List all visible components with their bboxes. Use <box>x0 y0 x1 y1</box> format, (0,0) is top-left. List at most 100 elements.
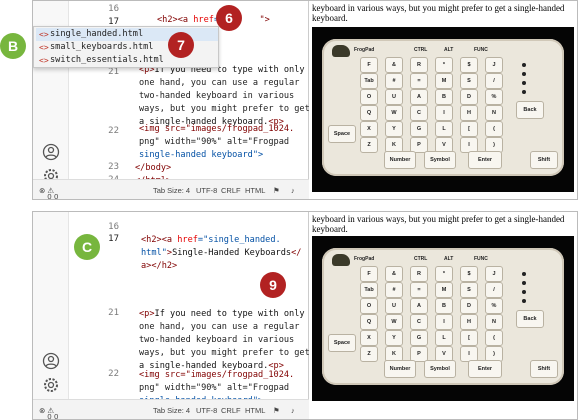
keyboard-key: / <box>485 282 503 298</box>
frogpad-keyboard-photo: FrogPad CTRL ALT FUNC F & R * $ J Tab # = M S / O U A B D% Q W… <box>312 27 574 192</box>
encoding-indicator[interactable]: UTF-8 <box>196 186 217 195</box>
problems-indicator[interactable]: ⊗ 0 ⚠ 0 <box>39 406 58 419</box>
keyboard-key: ( <box>485 121 503 137</box>
preview-paragraph: keyboard in various ways, but you might … <box>312 214 565 234</box>
keyboard-key: Shift <box>530 360 558 378</box>
keyboard-key: D <box>460 298 478 314</box>
file-html-icon: <> <box>39 56 49 65</box>
vscode-window-step-2: 16 17 21 22 <h2><a href="single_handed. … <box>32 211 578 420</box>
code-line-17: <h2><a href="s​"> <box>157 15 270 25</box>
code-line-22-wrap: png" width="90%" alt="Frogpad <box>139 137 290 147</box>
keyboard-key: L <box>435 330 453 346</box>
keyboard-key: S <box>460 73 478 89</box>
keyboard-led <box>522 290 526 294</box>
step-7-callout: 7 <box>168 32 194 58</box>
keyboard-key: = <box>410 282 428 298</box>
feedback-icon[interactable]: ⚑ <box>273 406 280 415</box>
keyboard-key: I <box>435 314 453 330</box>
keyboard-key: # <box>385 282 403 298</box>
code-editor[interactable]: <h2><a href="single_handed. html">Single… <box>133 212 310 406</box>
keyboard-led <box>522 281 526 285</box>
code-line-21-wrap: one hand, you can use a regular <box>139 322 300 332</box>
keyboard-key: F <box>360 266 378 282</box>
keyboard-key: M <box>435 73 453 89</box>
keyboard-indicator-label: ALT <box>444 47 454 53</box>
keyboard-image: FrogPad CTRL ALT FUNC F & R * $ J Tab # = M S / O U A B D% Q W… <box>322 39 564 176</box>
keyboard-key: U <box>385 298 403 314</box>
keyboard-key: * <box>435 266 453 282</box>
keyboard-key: D <box>460 89 478 105</box>
editor-pane: 16 17 21 22 23 24 <h2><a href="s​"> <p>I… <box>33 1 310 199</box>
keyboard-brand-label: FrogPad <box>354 47 375 53</box>
keyboard-indicator-label: FUNC <box>474 256 488 262</box>
keyboard-key: O <box>360 298 378 314</box>
feedback-icon[interactable]: ⚑ <box>273 186 280 195</box>
keyboard-key: [ <box>460 121 478 137</box>
keyboard-indicator-label: ALT <box>444 256 454 262</box>
keyboard-key: * <box>435 57 453 73</box>
keyboard-key: W <box>385 105 403 121</box>
suggestion-item[interactable]: <> switch_essentials.html <box>36 54 218 67</box>
frog-logo-icon <box>332 254 350 266</box>
language-indicator[interactable]: HTML <box>245 406 265 415</box>
keyboard-key: W <box>385 314 403 330</box>
keyboard-key: R <box>410 266 428 282</box>
keyboard-image: FrogPad CTRL ALT FUNC F & R * $ J Tab # = M S / O U A B D% Q W… <box>322 248 564 385</box>
settings-gear-icon[interactable] <box>42 376 60 394</box>
keyboard-key: / <box>485 73 503 89</box>
keyboard-key: Space <box>328 125 356 143</box>
keyboard-key: Tab <box>360 73 378 89</box>
keyboard-key: N <box>485 314 503 330</box>
vscode-window-step-1: 16 17 21 22 23 24 <h2><a href="s​"> <p>I… <box>32 0 578 200</box>
code-line-17: <h2><a href="single_handed. <box>141 235 281 245</box>
keyboard-key: C <box>410 314 428 330</box>
keyboard-key: M <box>435 282 453 298</box>
keyboard-key: Number <box>384 360 416 378</box>
file-html-icon: <> <box>39 43 49 52</box>
keyboard-key: ( <box>485 330 503 346</box>
encoding-indicator[interactable]: UTF-8 <box>196 406 217 415</box>
keyboard-key: L <box>435 121 453 137</box>
language-indicator[interactable]: HTML <box>245 186 265 195</box>
keyboard-key: & <box>385 266 403 282</box>
keyboard-key: Enter <box>468 151 502 169</box>
keyboard-key: I <box>435 105 453 121</box>
keyboard-key: B <box>435 89 453 105</box>
keyboard-key: Number <box>384 151 416 169</box>
keyboard-key: Tab <box>360 282 378 298</box>
keyboard-led <box>522 90 526 94</box>
keyboard-key: # <box>385 73 403 89</box>
keyboard-key: A <box>410 89 428 105</box>
eol-indicator[interactable]: CRLF <box>221 406 241 415</box>
code-line-17-wrap: a></h2> <box>141 261 178 271</box>
code-line-22-wrap: png" width="90%" alt="Frogpad <box>139 383 290 393</box>
line-number: 16 <box>108 4 119 14</box>
keyboard-key: [ <box>460 330 478 346</box>
tab-size-indicator[interactable]: Tab Size: 4 <box>153 186 190 195</box>
problems-indicator[interactable]: ⊗ 0 ⚠ 0 <box>39 186 58 199</box>
keyboard-key: = <box>410 73 428 89</box>
notifications-bell-icon[interactable]: ♪ <box>291 186 295 195</box>
frog-logo-icon <box>332 45 350 57</box>
code-line-21-wrap: two-handed keyboard in various <box>139 91 295 101</box>
tab-size-indicator[interactable]: Tab Size: 4 <box>153 406 190 415</box>
status-bar: ⊗ 0 ⚠ 0 Tab Size: 4 UTF-8 CRLF HTML ⚑ ♪ <box>33 399 309 419</box>
keyboard-key: S <box>460 282 478 298</box>
keyboard-key: Z <box>360 346 378 362</box>
eol-indicator[interactable]: CRLF <box>221 186 241 195</box>
keyboard-key: J <box>485 266 503 282</box>
account-icon[interactable] <box>42 143 60 161</box>
keyboard-key: C <box>410 105 428 121</box>
keyboard-key: Y <box>385 121 403 137</box>
keyboard-key: Q <box>360 105 378 121</box>
keyboard-key: Symbol <box>424 360 456 378</box>
frogpad-keyboard-photo: FrogPad CTRL ALT FUNC F & R * $ J Tab # = M S / O U A B D% Q W… <box>312 236 574 401</box>
activity-bar <box>33 212 69 399</box>
code-line-23: </body> <box>135 163 172 173</box>
notifications-bell-icon[interactable]: ♪ <box>291 406 295 415</box>
account-icon[interactable] <box>42 352 60 370</box>
keyboard-key: H <box>460 105 478 121</box>
keyboard-led <box>522 72 526 76</box>
keyboard-key: Y <box>385 330 403 346</box>
file-html-icon: <> <box>39 30 49 39</box>
